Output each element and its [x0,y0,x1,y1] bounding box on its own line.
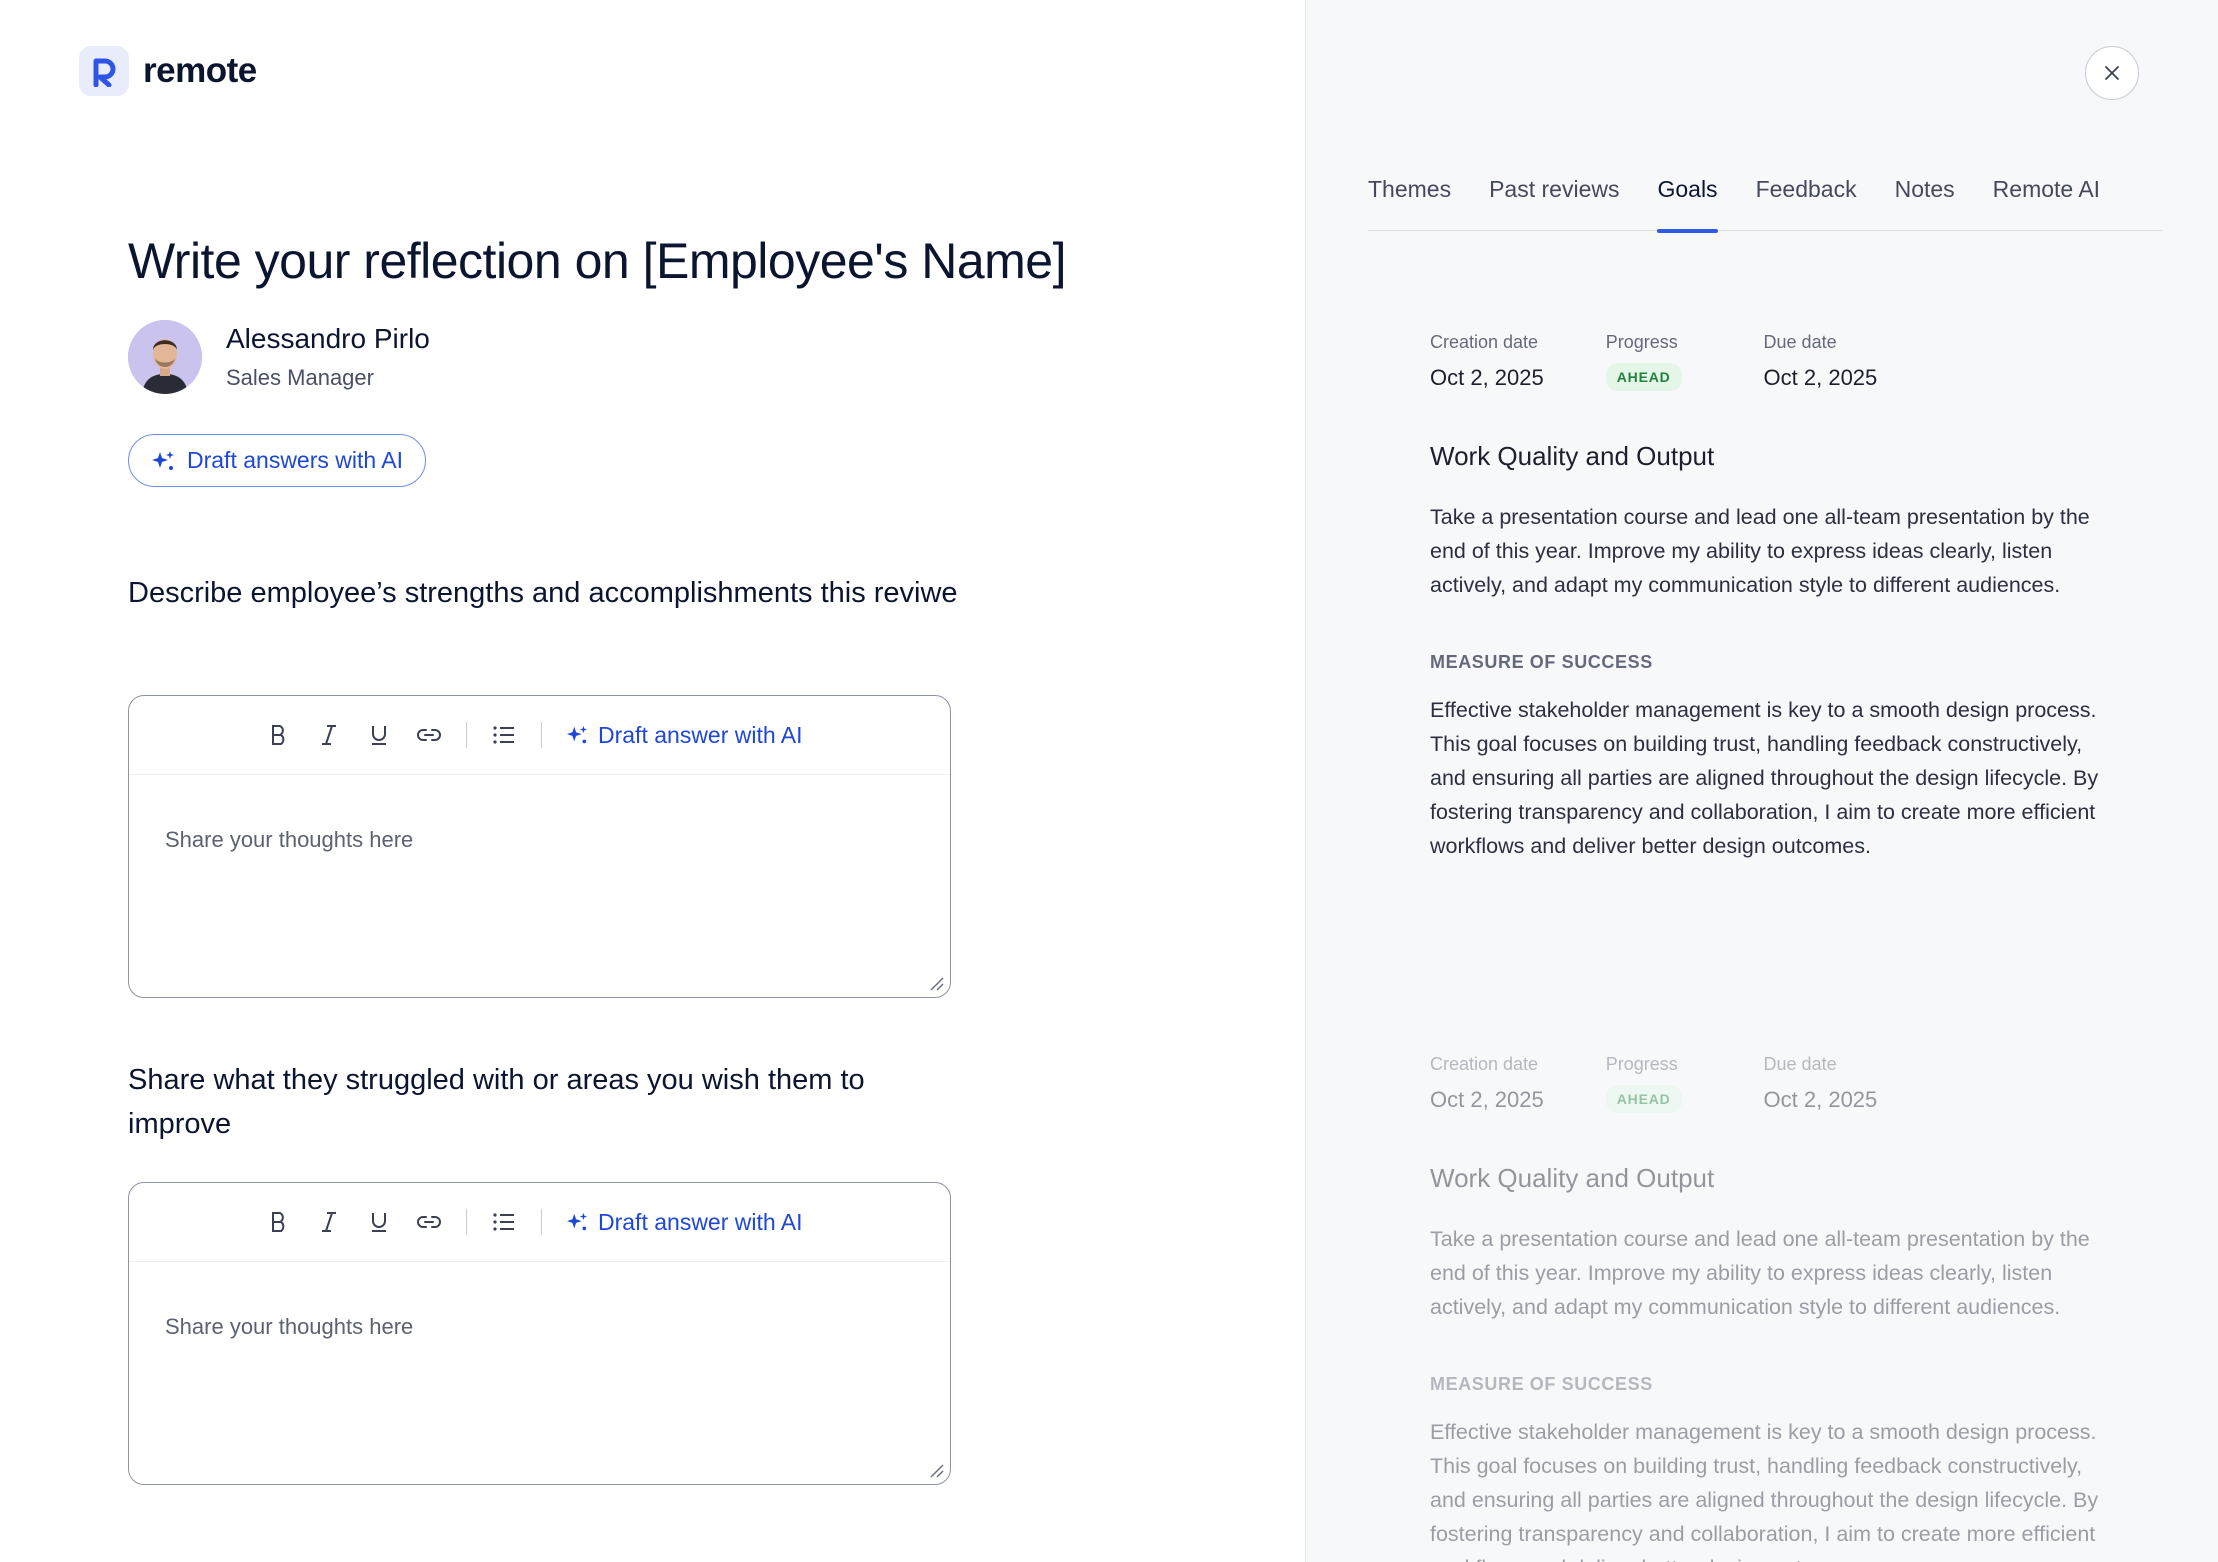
rich-text-editor-strengths[interactable]: Draft answer with AI Share your thoughts… [128,695,951,998]
side-panel-tabs: Themes Past reviews Goals Feedback Notes… [1368,176,2163,233]
reflection-form-pane: remote Write your reflection on [Employe… [0,0,1305,1562]
goal-card: Creation date Oct 2, 2025 Progress AHEAD… [1430,332,2130,863]
due-date-value: Oct 2, 2025 [1763,1087,1878,1112]
draft-answer-ai-button[interactable]: Draft answer with AI [566,1209,803,1236]
measure-of-success-label: MEASURE OF SUCCESS [1430,652,1653,672]
bullet-list-icon[interactable] [479,1202,529,1242]
goal-progress: Progress AHEAD [1605,1054,1682,1113]
resize-handle-icon[interactable] [927,1461,945,1479]
sparkle-icon [566,1212,588,1231]
page-title: Write your reflection on [Employee's Nam… [128,233,1067,289]
side-panel: Themes Past reviews Goals Feedback Notes… [1305,0,2218,1562]
toolbar-divider [466,1209,467,1235]
sparkle-icon [152,450,174,470]
goal-progress: Progress AHEAD [1605,332,1682,391]
underline-icon[interactable] [354,715,404,755]
progress-label: Progress [1605,1054,1678,1074]
goal-meta: Creation date Oct 2, 2025 Progress AHEAD… [1430,332,2130,391]
goal-card: Creation date Oct 2, 2025 Progress AHEAD… [1430,1054,2130,1562]
employee-name: Alessandro Pirlo [226,323,430,354]
due-date-label: Due date [1763,1054,1837,1074]
rich-text-editor-improvements[interactable]: Draft answer with AI Share your thoughts… [128,1182,951,1485]
tab-feedback[interactable]: Feedback [1737,176,1876,231]
goal-meta: Creation date Oct 2, 2025 Progress AHEAD… [1430,1054,2130,1113]
goal-title: Work Quality and Output [1430,441,1715,471]
creation-date-value: Oct 2, 2025 [1430,1087,1544,1112]
tab-themes[interactable]: Themes [1368,176,1470,231]
employee-card: Alessandro Pirlo Sales Manager [128,320,430,394]
creation-date-value: Oct 2, 2025 [1430,365,1544,390]
close-icon [2105,66,2119,80]
draft-answer-ai-label: Draft answer with AI [598,721,803,748]
tab-remote-ai[interactable]: Remote AI [1974,176,2119,231]
question-strengths: Describe employee’s strengths and accomp… [128,577,958,609]
goal-due: Due date Oct 2, 2025 [1764,1054,1878,1113]
employee-info: Alessandro Pirlo Sales Manager [226,323,430,391]
goal-title: Work Quality and Output [1430,1163,1715,1193]
editor-toolbar: Draft answer with AI [129,1183,950,1262]
measure-of-success-text: Effective stakeholder management is key … [1430,1420,2099,1562]
draft-answers-ai-button[interactable]: Draft answers with AI [128,434,427,487]
toolbar-divider [466,722,467,748]
tab-goals[interactable]: Goals [1638,176,1736,233]
goal-description: Take a presentation course and lead one … [1430,505,2090,597]
tab-notes[interactable]: Notes [1876,176,1974,231]
link-icon[interactable] [404,1202,454,1242]
bold-icon[interactable] [254,715,304,755]
resize-handle-icon[interactable] [927,974,945,992]
due-date-value: Oct 2, 2025 [1763,365,1878,390]
draft-answers-ai-label: Draft answers with AI [187,447,404,473]
draft-answer-ai-label: Draft answer with AI [598,1208,803,1235]
status-badge: AHEAD [1605,363,1682,391]
sparkle-icon [566,725,588,744]
toolbar-divider [541,1209,542,1235]
toolbar-divider [541,722,542,748]
due-date-label: Due date [1763,332,1837,352]
creation-date-label: Creation date [1430,332,1539,352]
logo-text: remote [143,51,257,90]
close-button[interactable] [2085,46,2139,100]
status-badge: AHEAD [1605,1085,1682,1113]
goal-due: Due date Oct 2, 2025 [1764,332,1878,391]
editor-toolbar: Draft answer with AI [129,696,950,775]
remote-logo[interactable]: remote [79,46,257,96]
progress-label: Progress [1605,332,1678,352]
draft-answer-ai-button[interactable]: Draft answer with AI [566,722,803,749]
goal-creation: Creation date Oct 2, 2025 [1430,332,1544,391]
creation-date-label: Creation date [1430,1054,1539,1074]
link-icon[interactable] [404,715,454,755]
bullet-list-icon[interactable] [479,715,529,755]
remote-logo-icon [79,46,129,96]
bold-icon[interactable] [254,1202,304,1242]
goal-description: Take a presentation course and lead one … [1430,1227,2090,1319]
italic-icon[interactable] [304,715,354,755]
italic-icon[interactable] [304,1202,354,1242]
employee-role: Sales Manager [226,365,374,390]
editor-placeholder[interactable]: Share your thoughts here [129,775,950,905]
editor-placeholder[interactable]: Share your thoughts here [129,1262,950,1392]
measure-of-success-label: MEASURE OF SUCCESS [1430,1374,1653,1394]
avatar [128,320,202,394]
question-improvements: Share what they struggled with or areas … [128,1064,865,1140]
goal-creation: Creation date Oct 2, 2025 [1430,1054,1544,1113]
measure-of-success-text: Effective stakeholder management is key … [1430,698,2099,858]
underline-icon[interactable] [354,1202,404,1242]
tab-past-reviews[interactable]: Past reviews [1470,176,1638,231]
